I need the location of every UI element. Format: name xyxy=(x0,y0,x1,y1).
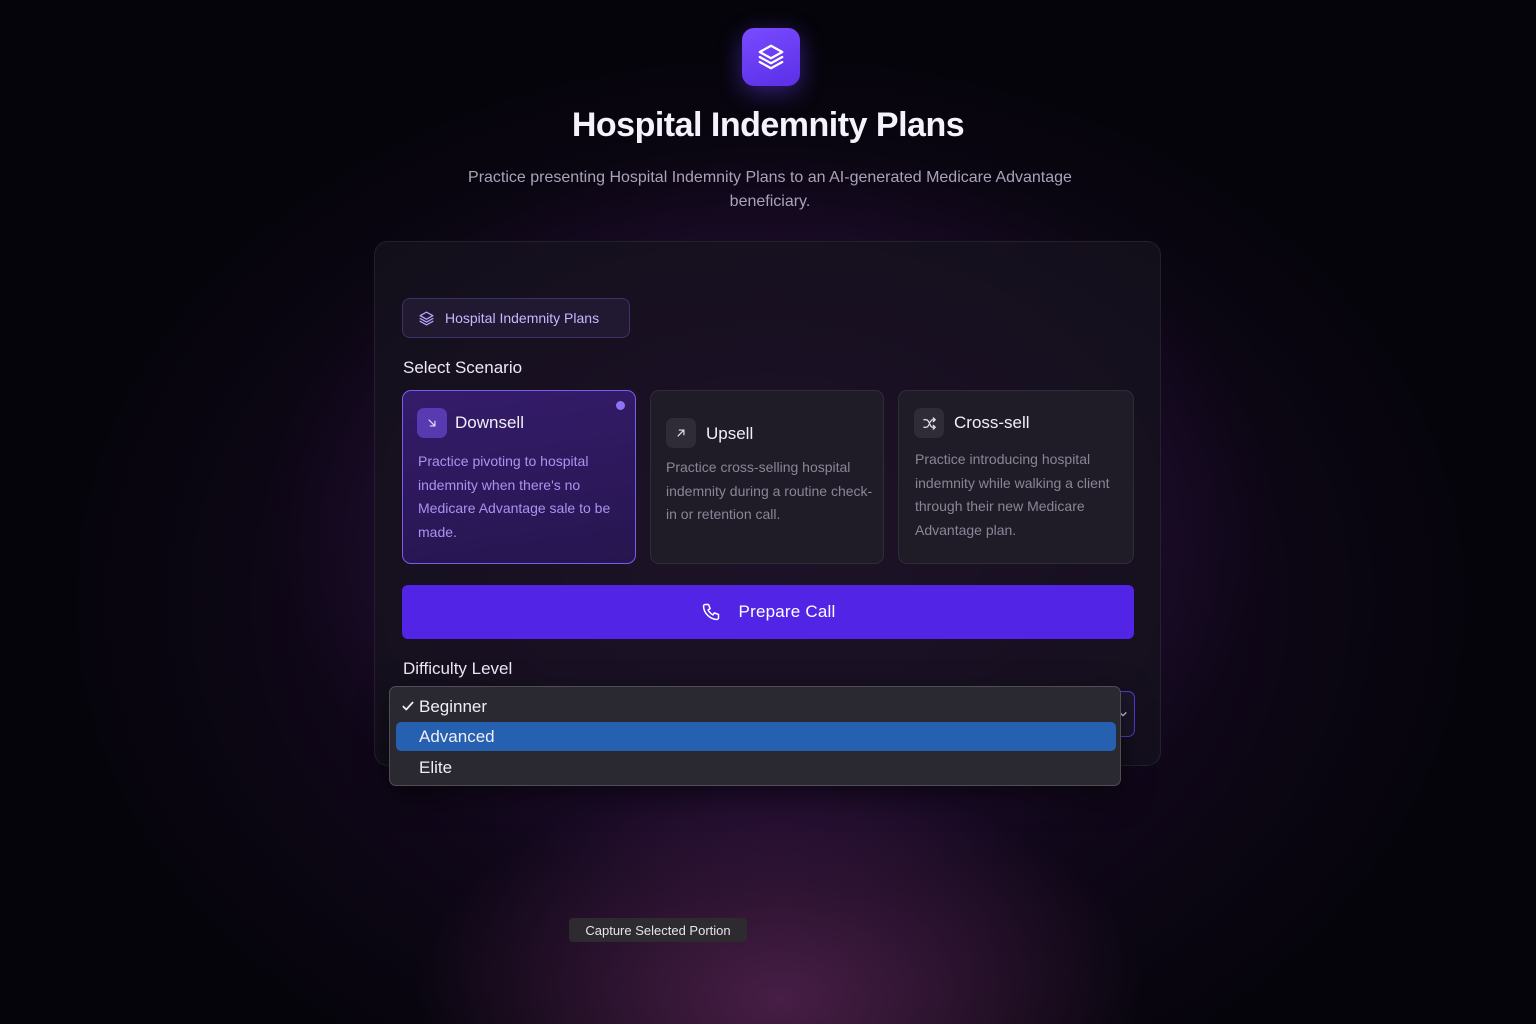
page-title: Hospital Indemnity Plans xyxy=(571,106,965,144)
difficulty-dropdown-menu: Beginner Advanced Elite xyxy=(389,686,1121,786)
category-badge: Hospital Indemnity Plans xyxy=(402,298,630,338)
option-label: Beginner xyxy=(419,696,488,716)
checkmark-icon xyxy=(402,701,414,711)
difficulty-level-label: Difficulty Level xyxy=(403,659,513,678)
app-logo xyxy=(742,28,800,86)
scenario-card-title: Upsell xyxy=(706,424,754,443)
dropdown-option-advanced[interactable]: Advanced xyxy=(396,722,1116,751)
scenario-card-description: Practice pivoting to hospital indemnity … xyxy=(418,453,611,540)
layers-icon xyxy=(758,44,784,70)
layers-icon xyxy=(419,310,434,326)
scenario-card-description: Practice introducing hospital indemnity … xyxy=(915,451,1110,538)
capture-tooltip: Capture Selected Portion xyxy=(569,918,747,942)
dropdown-option-beginner[interactable]: Beginner xyxy=(396,692,1116,721)
scenario-card-cross-sell[interactable]: Cross-sell Practice introducing hospital… xyxy=(898,390,1134,564)
selected-indicator-dot xyxy=(616,401,625,410)
arrow-down-right-icon xyxy=(417,408,447,438)
scenario-card-title: Cross-sell xyxy=(954,413,1030,432)
arrow-up-right-icon xyxy=(666,418,696,448)
select-scenario-label: Select Scenario xyxy=(403,358,523,377)
option-label: Elite xyxy=(419,757,453,777)
dropdown-option-elite[interactable]: Elite xyxy=(396,753,1116,782)
prepare-call-label: Prepare Call xyxy=(738,602,836,621)
shuffle-icon xyxy=(914,408,944,438)
scenario-card-description: Practice cross-selling hospital indemnit… xyxy=(666,459,873,522)
scenario-card-title: Downsell xyxy=(455,413,524,432)
prepare-call-button[interactable]: Prepare Call xyxy=(402,585,1134,639)
category-badge-label: Hospital Indemnity Plans xyxy=(445,310,600,326)
scenario-card-upsell[interactable]: Upsell Practice cross-selling hospital i… xyxy=(650,390,884,564)
page-subtitle: Practice presenting Hospital Indemnity P… xyxy=(468,169,1072,210)
scenario-card-downsell[interactable]: Downsell Practice pivoting to hospital i… xyxy=(402,390,636,564)
phone-icon xyxy=(702,603,719,621)
option-label: Advanced xyxy=(419,726,495,746)
